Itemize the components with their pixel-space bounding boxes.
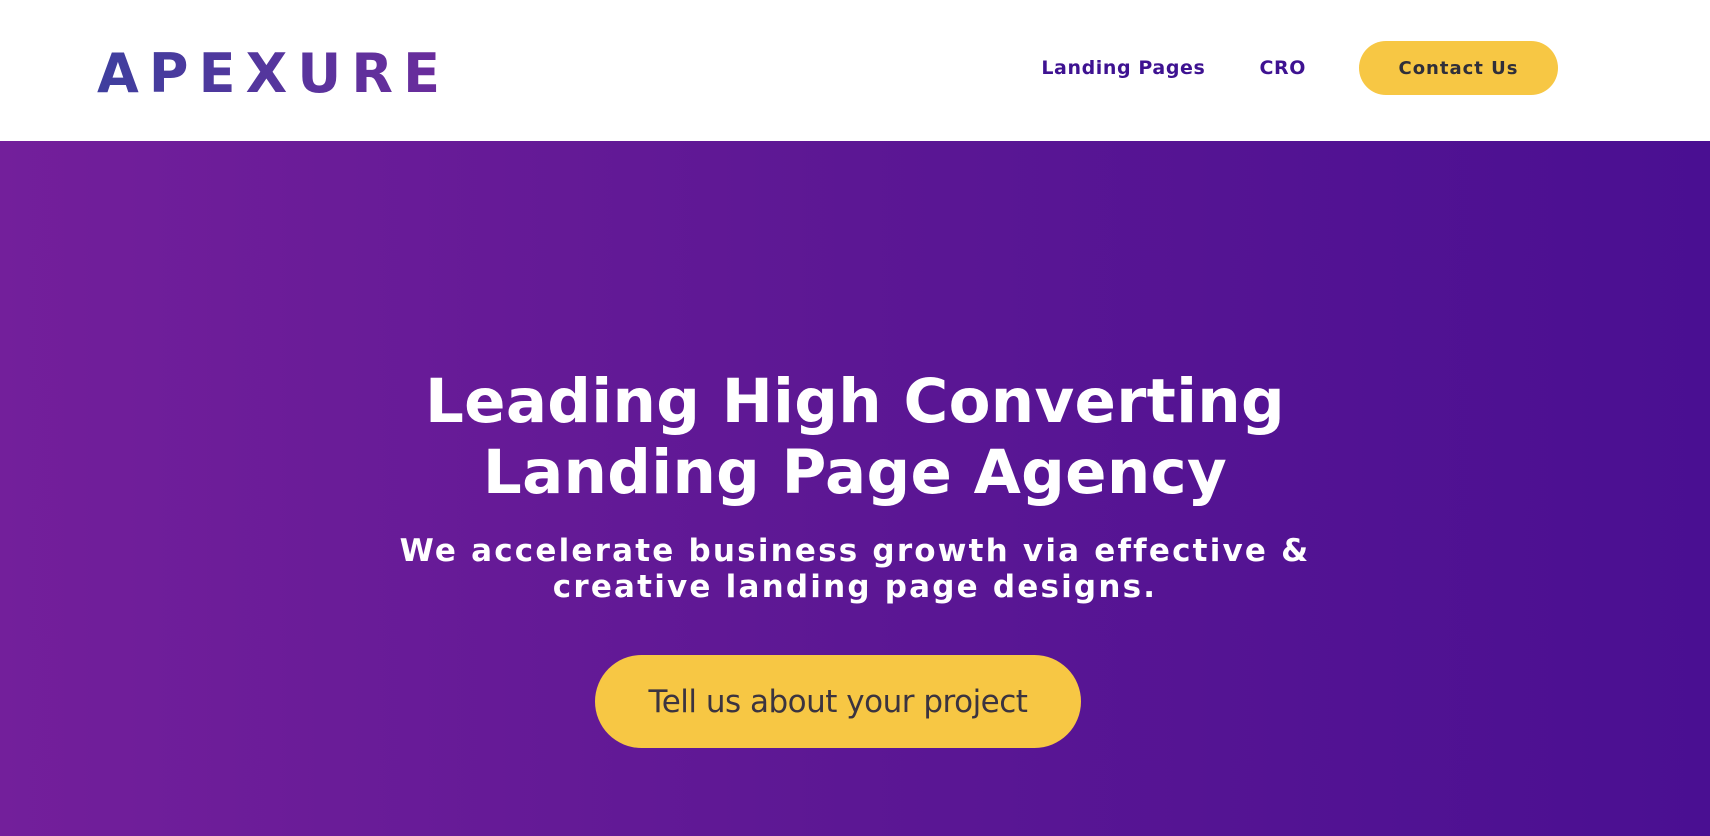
- logo-wordmark: APEXURE: [97, 44, 440, 100]
- hero-subtitle-line-2: creative landing page designs.: [552, 569, 1158, 605]
- tell-us-about-your-project-button[interactable]: Tell us about your project: [595, 655, 1081, 748]
- contact-us-button[interactable]: Contact Us: [1359, 41, 1558, 95]
- nav-link-cro[interactable]: CRO: [1259, 57, 1306, 79]
- site-header: APEXURE Landing Pages CRO Contact Us: [0, 0, 1710, 141]
- hero-subtitle-line-1: We accelerate business growth via effect…: [399, 533, 1311, 569]
- hero-subtitle: We accelerate business growth via effect…: [0, 533, 1710, 605]
- main-nav: Landing Pages CRO Contact Us: [1041, 41, 1558, 95]
- hero-section: Leading High Converting Landing Page Age…: [0, 141, 1710, 836]
- page: APEXURE Landing Pages CRO Contact Us Lea…: [0, 0, 1710, 836]
- hero-title-line-1: Leading High Converting: [425, 366, 1285, 437]
- hero-title: Leading High Converting Landing Page Age…: [0, 366, 1710, 508]
- apexure-logo-image: APEXURE: [97, 44, 440, 100]
- apexure-logo[interactable]: APEXURE: [97, 44, 443, 100]
- nav-link-landing-pages[interactable]: Landing Pages: [1041, 57, 1205, 79]
- hero-title-line-2: Landing Page Agency: [482, 437, 1228, 508]
